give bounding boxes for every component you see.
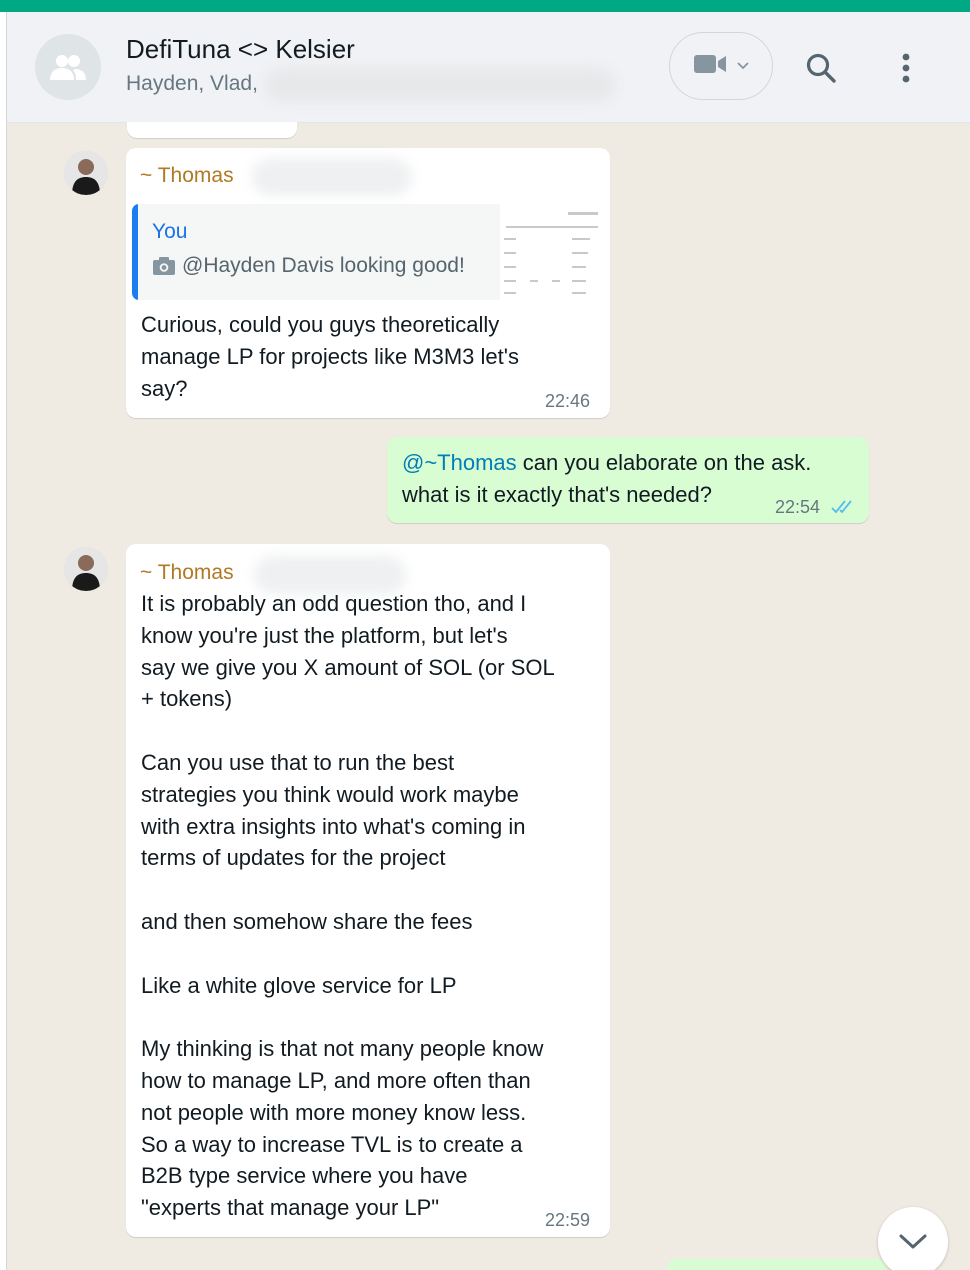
- message-text: It is probably an odd question tho, and …: [141, 591, 555, 1221]
- app-top-bar: [0, 0, 970, 12]
- search-icon: [806, 53, 836, 83]
- scroll-down-icon: [899, 1234, 927, 1249]
- message-text: Curious, could you guys theoretically ma…: [141, 312, 519, 401]
- video-call-button[interactable]: [669, 32, 773, 100]
- quote-text: @Hayden Davis looking good!: [182, 254, 465, 277]
- double-check-icon: [831, 499, 857, 520]
- mention-link[interactable]: @~Thomas: [402, 450, 517, 475]
- quote-author: You: [152, 220, 188, 243]
- sender-name[interactable]: ~ Thomas: [140, 164, 234, 188]
- avatar-thomas[interactable]: [64, 547, 108, 591]
- scroll-down-button[interactable]: [878, 1207, 948, 1270]
- menu-button[interactable]: [891, 46, 921, 90]
- incoming-message-bubble[interactable]: ~ Thomas It is probably an odd question …: [126, 544, 610, 1237]
- incoming-message-bubble[interactable]: ~ Thomas You @Hayden Davis looking good!: [126, 148, 610, 418]
- video-call-icon: [693, 53, 729, 80]
- outgoing-message-bubble[interactable]: @~Thomas can you elaborate on the ask. w…: [387, 437, 869, 523]
- message-time: 22:46: [545, 391, 591, 411]
- sender-name[interactable]: ~ Thomas: [140, 561, 234, 585]
- message-time: 22:59: [545, 1210, 591, 1230]
- quote-thumbnail[interactable]: [500, 204, 604, 300]
- quote-bar: [132, 204, 138, 300]
- message-text-line-2: what is it exactly that's needed?: [402, 482, 712, 507]
- previous-message-bubble: [127, 122, 297, 138]
- quoted-message[interactable]: You @Hayden Davis looking good!: [132, 204, 604, 300]
- group-avatar-icon[interactable]: [35, 34, 101, 100]
- camera-icon: [153, 257, 175, 275]
- chat-participants[interactable]: Hayden, Vlad,: [126, 72, 258, 96]
- chat-title[interactable]: DefiTuna <> Kelsier: [126, 34, 355, 65]
- chevron-down-icon: [737, 57, 749, 75]
- quote-text-row: @Hayden Davis looking good!: [152, 254, 465, 278]
- chat-window: DefiTuna <> Kelsier Hayden, Vlad, ~ Thom…: [6, 12, 970, 1270]
- redacted-participants: [265, 68, 615, 102]
- message-time: 22:54: [775, 497, 821, 517]
- message-text-part: can you elaborate on the ask.: [516, 450, 812, 475]
- message-text-line-1: @~Thomas can you elaborate on the ask.: [402, 447, 811, 479]
- search-button[interactable]: [801, 48, 841, 88]
- avatar-thomas[interactable]: [64, 151, 108, 195]
- chat-header: DefiTuna <> Kelsier Hayden, Vlad,: [7, 12, 970, 123]
- next-outgoing-bubble: [667, 1259, 887, 1270]
- menu-icon: [902, 53, 910, 83]
- redacted-sender-detail: [252, 158, 412, 196]
